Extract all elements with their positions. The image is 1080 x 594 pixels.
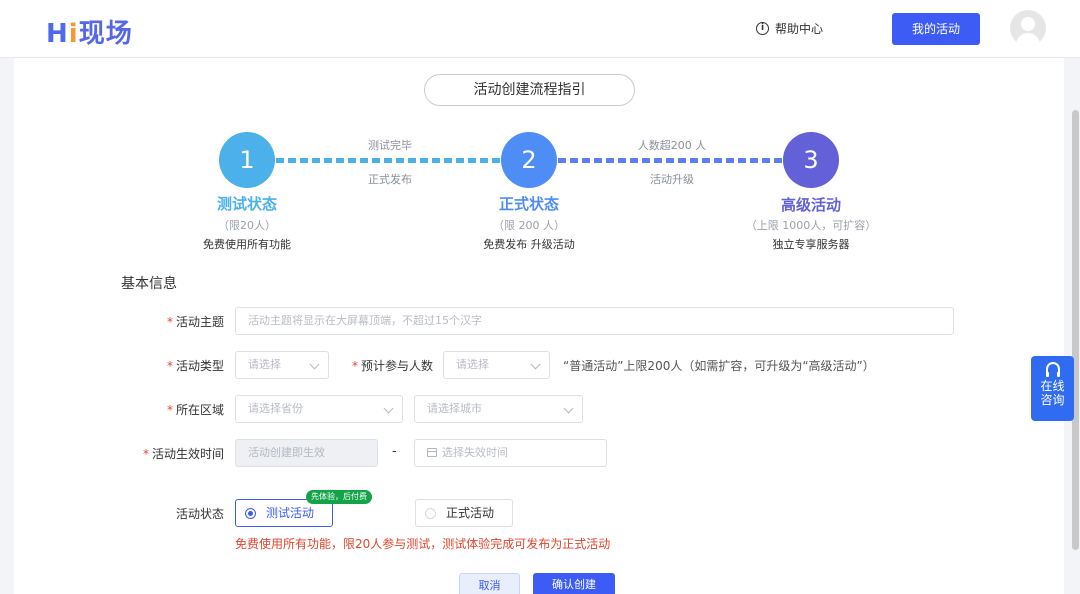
step-2-desc: 免费发布 升级活动 [483, 238, 575, 251]
top-bar: Hi现场 i 帮助中心 我的活动 [0, 0, 1080, 58]
status-option-formal-label: 正式活动 [446, 506, 495, 520]
radio-unselected-icon [425, 508, 436, 519]
step-3-title: 高级活动 [780, 196, 841, 214]
scrollbar[interactable] [1072, 110, 1079, 550]
confirm-create-button[interactable]: 确认创建 [533, 573, 615, 594]
step-3-circle: 3 [783, 132, 839, 188]
end-time-input[interactable]: 选择失效时间 [414, 439, 607, 467]
logo-h: H [46, 19, 69, 49]
help-center-label: 帮助中心 [775, 22, 824, 36]
cancel-button[interactable]: 取消 [459, 573, 520, 594]
participants-label-text: 预计参与人数 [360, 359, 433, 373]
radio-selected-icon [245, 508, 256, 519]
chevron-down-icon [530, 359, 541, 370]
connector-2-top: 人数超200 人 [637, 139, 707, 152]
province-select-placeholder: 请选择省份 [248, 402, 303, 415]
consult-line-1: 在线 [1040, 379, 1065, 393]
logo[interactable]: Hi现场 [46, 13, 133, 50]
info-icon: i [756, 22, 769, 35]
logo-i: i [68, 19, 79, 49]
calendar-icon [427, 448, 437, 457]
end-time-placeholder: 选择失效时间 [442, 446, 508, 459]
type-label-text: 活动类型 [175, 359, 224, 373]
step-2-circle: 2 [501, 132, 557, 188]
start-time-input: 活动创建即生效 [235, 439, 378, 467]
required-mark: * [142, 447, 149, 461]
headset-icon [1045, 362, 1060, 377]
participants-select[interactable]: 请选择 [443, 351, 550, 379]
step-connector-1 [276, 158, 500, 163]
connector-1-bottom: 正式发布 [368, 173, 412, 186]
status-option-formal[interactable]: 正式活动 [415, 499, 513, 527]
pay-later-badge: 先体验，后付费 [306, 490, 372, 504]
region-label-text: 所在区域 [175, 403, 224, 417]
effective-time-label: * 活动生效时间 [120, 445, 224, 462]
connector-1-top: 测试完毕 [368, 139, 412, 152]
participants-select-placeholder: 请选择 [456, 358, 489, 371]
chevron-down-icon [563, 403, 574, 414]
status-warning: 免费使用所有功能，限20人参与测试，测试体验完成可发布为正式活动 [235, 537, 611, 551]
logo-text: 现场 [78, 19, 133, 49]
guide-title: 活动创建流程指引 [424, 74, 635, 106]
participants-hint: “普通活动”上限200人（如需扩容，可升级为“高级活动”） [563, 359, 875, 373]
step-1-circle: 1 [219, 132, 275, 188]
city-select[interactable]: 请选择城市 [414, 395, 583, 423]
help-center-link[interactable]: i 帮助中心 [756, 20, 823, 37]
chevron-down-icon [383, 403, 394, 414]
step-connector-2 [558, 158, 782, 163]
type-label: * 活动类型 [120, 357, 224, 374]
section-title-basic-info: 基本信息 [121, 276, 177, 292]
effective-time-label-text: 活动生效时间 [151, 447, 224, 461]
province-select[interactable]: 请选择省份 [235, 395, 403, 423]
city-select-placeholder: 请选择城市 [427, 402, 482, 415]
required-mark: * [166, 359, 173, 373]
time-separator: - [392, 444, 397, 459]
type-select[interactable]: 请选择 [235, 351, 329, 379]
region-label: * 所在区域 [120, 401, 224, 418]
step-2-title: 正式状态 [498, 195, 559, 213]
topic-input[interactable]: 活动主题将显示在大屏幕顶端，不超过15个汉字 [235, 307, 954, 335]
chevron-down-icon [309, 359, 320, 370]
status-option-test-label: 测试活动 [266, 506, 315, 520]
online-consult-button[interactable]: 在线 咨询 [1031, 356, 1074, 421]
topic-label: * 活动主题 [120, 313, 224, 330]
consult-line-2: 咨询 [1040, 393, 1065, 407]
step-3-limit: （上限 1000人，可扩容） [745, 219, 877, 232]
step-3-desc: 独立专享服务器 [772, 238, 850, 251]
my-activity-button[interactable]: 我的活动 [892, 13, 980, 45]
required-mark: * [351, 359, 358, 373]
avatar[interactable] [1010, 10, 1046, 46]
step-1-desc: 免费使用所有功能 [203, 238, 291, 251]
participants-label: * 预计参与人数 [330, 357, 433, 374]
step-2-limit: （限 200 人） [493, 219, 565, 232]
required-mark: * [166, 403, 173, 417]
status-label: 活动状态 [175, 507, 224, 521]
connector-2-bottom: 活动升级 [650, 173, 694, 186]
required-mark: * [166, 315, 173, 329]
topic-label-text: 活动主题 [175, 315, 224, 329]
step-1-limit: （限20人） [218, 219, 276, 232]
type-select-placeholder: 请选择 [248, 358, 281, 371]
step-1-title: 测试状态 [216, 195, 277, 213]
